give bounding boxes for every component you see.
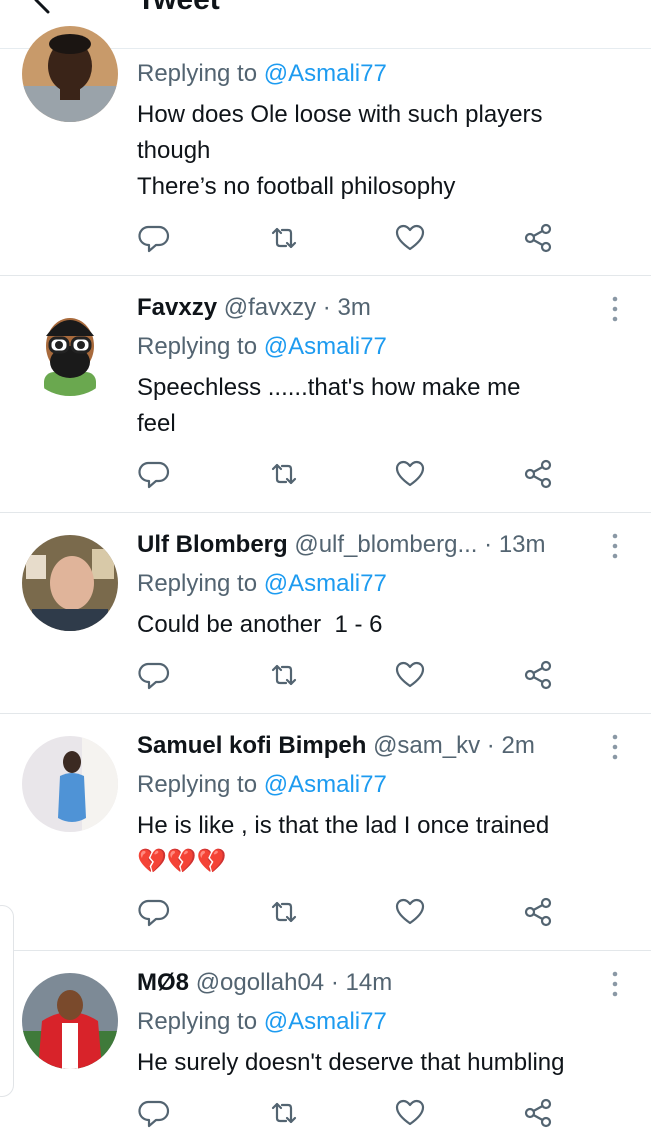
separator-dot: · bbox=[486, 732, 495, 759]
timestamp[interactable]: 14m bbox=[346, 969, 393, 996]
back-arrow-icon[interactable] bbox=[30, 0, 60, 16]
tweet-actions bbox=[0, 222, 651, 258]
tweet-line: There’s no football philosophy bbox=[137, 173, 456, 200]
share-icon[interactable] bbox=[522, 659, 558, 695]
like-icon[interactable] bbox=[394, 222, 430, 258]
tweet-text: Speechless ......that's how make me feel bbox=[137, 370, 632, 442]
user-handle[interactable]: @ulf_blomberg... bbox=[294, 531, 477, 558]
more-icon[interactable] bbox=[605, 294, 625, 324]
replying-to: Replying to @Asmali77 bbox=[137, 59, 387, 89]
reply-tweet[interactable]: Replying to @Asmali77 How does Ole loose… bbox=[0, 26, 651, 276]
mention-link[interactable]: @Asmali77 bbox=[264, 771, 387, 798]
like-icon[interactable] bbox=[394, 896, 430, 932]
mention-link[interactable]: @Asmali77 bbox=[264, 60, 387, 87]
timestamp[interactable]: 2m bbox=[501, 732, 534, 759]
retweet-icon[interactable] bbox=[268, 896, 304, 932]
replying-label: Replying to bbox=[137, 771, 258, 798]
display-name[interactable]: MØ8 bbox=[137, 969, 189, 996]
separator-dot: · bbox=[322, 294, 331, 321]
retweet-icon[interactable] bbox=[268, 659, 304, 695]
tweet-text: How does Ole loose with such players tho… bbox=[137, 97, 632, 205]
user-handle[interactable]: @ogollah04 bbox=[196, 969, 324, 996]
avatar[interactable] bbox=[22, 535, 118, 631]
share-icon[interactable] bbox=[522, 222, 558, 258]
tweet-line: He surely doesn't deserve that humbling bbox=[137, 1049, 565, 1076]
mention-link[interactable]: @Asmali77 bbox=[264, 333, 387, 360]
mention-link[interactable]: @Asmali77 bbox=[264, 570, 387, 597]
display-name[interactable]: Samuel kofi Bimpeh bbox=[137, 732, 366, 759]
reply-tweet[interactable]: Favxzy @favxzy · 3m Replying to @Asmali7… bbox=[0, 276, 651, 513]
timestamp[interactable]: 3m bbox=[337, 294, 370, 321]
replying-to: Replying to @Asmali77 bbox=[137, 332, 387, 362]
tweet-text: Could be another 1 - 6 bbox=[137, 607, 632, 643]
reply-tweet[interactable]: Ulf Blomberg @ulf_blomberg... · 13m Repl… bbox=[0, 513, 651, 714]
mention-link[interactable]: @Asmali77 bbox=[264, 1008, 387, 1035]
reply-icon[interactable] bbox=[138, 222, 174, 258]
tweet-actions bbox=[0, 458, 651, 494]
reply-tweet[interactable]: Samuel kofi Bimpeh @sam_kv · 2m Replying… bbox=[0, 714, 651, 951]
tweet-header: Favxzy @favxzy · 3m bbox=[137, 293, 371, 323]
more-icon[interactable] bbox=[605, 969, 625, 999]
reply-icon[interactable] bbox=[138, 896, 174, 932]
user-handle[interactable]: @sam_kv bbox=[373, 732, 480, 759]
tweet-text: He surely doesn't deserve that humbling bbox=[137, 1045, 632, 1081]
avatar[interactable] bbox=[22, 300, 118, 396]
display-name[interactable]: Ulf Blomberg bbox=[137, 531, 288, 558]
replying-to: Replying to @Asmali77 bbox=[137, 569, 387, 599]
tweet-text: He is like , is that the lad I once trai… bbox=[137, 808, 632, 880]
retweet-icon[interactable] bbox=[268, 458, 304, 494]
avatar[interactable] bbox=[22, 973, 118, 1069]
more-icon[interactable] bbox=[605, 531, 625, 561]
retweet-icon[interactable] bbox=[268, 222, 304, 258]
more-icon[interactable] bbox=[605, 732, 625, 762]
tweet-line: Speechless ......that's how make me bbox=[137, 374, 521, 401]
separator-dot: · bbox=[330, 969, 339, 996]
tweet-header: Samuel kofi Bimpeh @sam_kv · 2m bbox=[137, 731, 535, 761]
reply-icon[interactable] bbox=[138, 659, 174, 695]
tweet-line: Could be another 1 - 6 bbox=[137, 611, 383, 638]
timestamp[interactable]: 13m bbox=[499, 531, 546, 558]
replying-label: Replying to bbox=[137, 570, 258, 597]
tweet-line: feel bbox=[137, 410, 176, 437]
tweet-actions bbox=[0, 896, 651, 932]
side-drawer-handle[interactable] bbox=[0, 905, 14, 1097]
replying-to: Replying to @Asmali77 bbox=[137, 770, 387, 800]
page-title: Tweet bbox=[137, 0, 220, 17]
tweet-header: MØ8 @ogollah04 · 14m bbox=[137, 968, 392, 998]
like-icon[interactable] bbox=[394, 659, 430, 695]
avatar[interactable] bbox=[22, 736, 118, 832]
tweet-line: though bbox=[137, 137, 211, 164]
replying-to: Replying to @Asmali77 bbox=[137, 1007, 387, 1037]
share-icon[interactable] bbox=[522, 458, 558, 494]
like-icon[interactable] bbox=[394, 458, 430, 494]
display-name[interactable]: Favxzy bbox=[137, 294, 217, 321]
broken-heart-icon: 💔💔💔 bbox=[137, 848, 227, 875]
replying-label: Replying to bbox=[137, 60, 258, 87]
reply-icon[interactable] bbox=[138, 458, 174, 494]
tweet-actions bbox=[0, 659, 651, 695]
tweet-line: How does Ole loose with such players bbox=[137, 101, 543, 128]
tweet-header: Ulf Blomberg @ulf_blomberg... · 13m bbox=[137, 530, 546, 560]
separator-dot: · bbox=[484, 531, 493, 558]
tweet-line: He is like , is that the lad I once trai… bbox=[137, 812, 550, 839]
replying-label: Replying to bbox=[137, 333, 258, 360]
replying-label: Replying to bbox=[137, 1008, 258, 1035]
user-handle[interactable]: @favxzy bbox=[224, 294, 316, 321]
reply-tweet[interactable]: MØ8 @ogollah04 · 14m Replying to @Asmali… bbox=[0, 951, 651, 1128]
avatar[interactable] bbox=[22, 26, 118, 122]
share-icon[interactable] bbox=[522, 896, 558, 932]
